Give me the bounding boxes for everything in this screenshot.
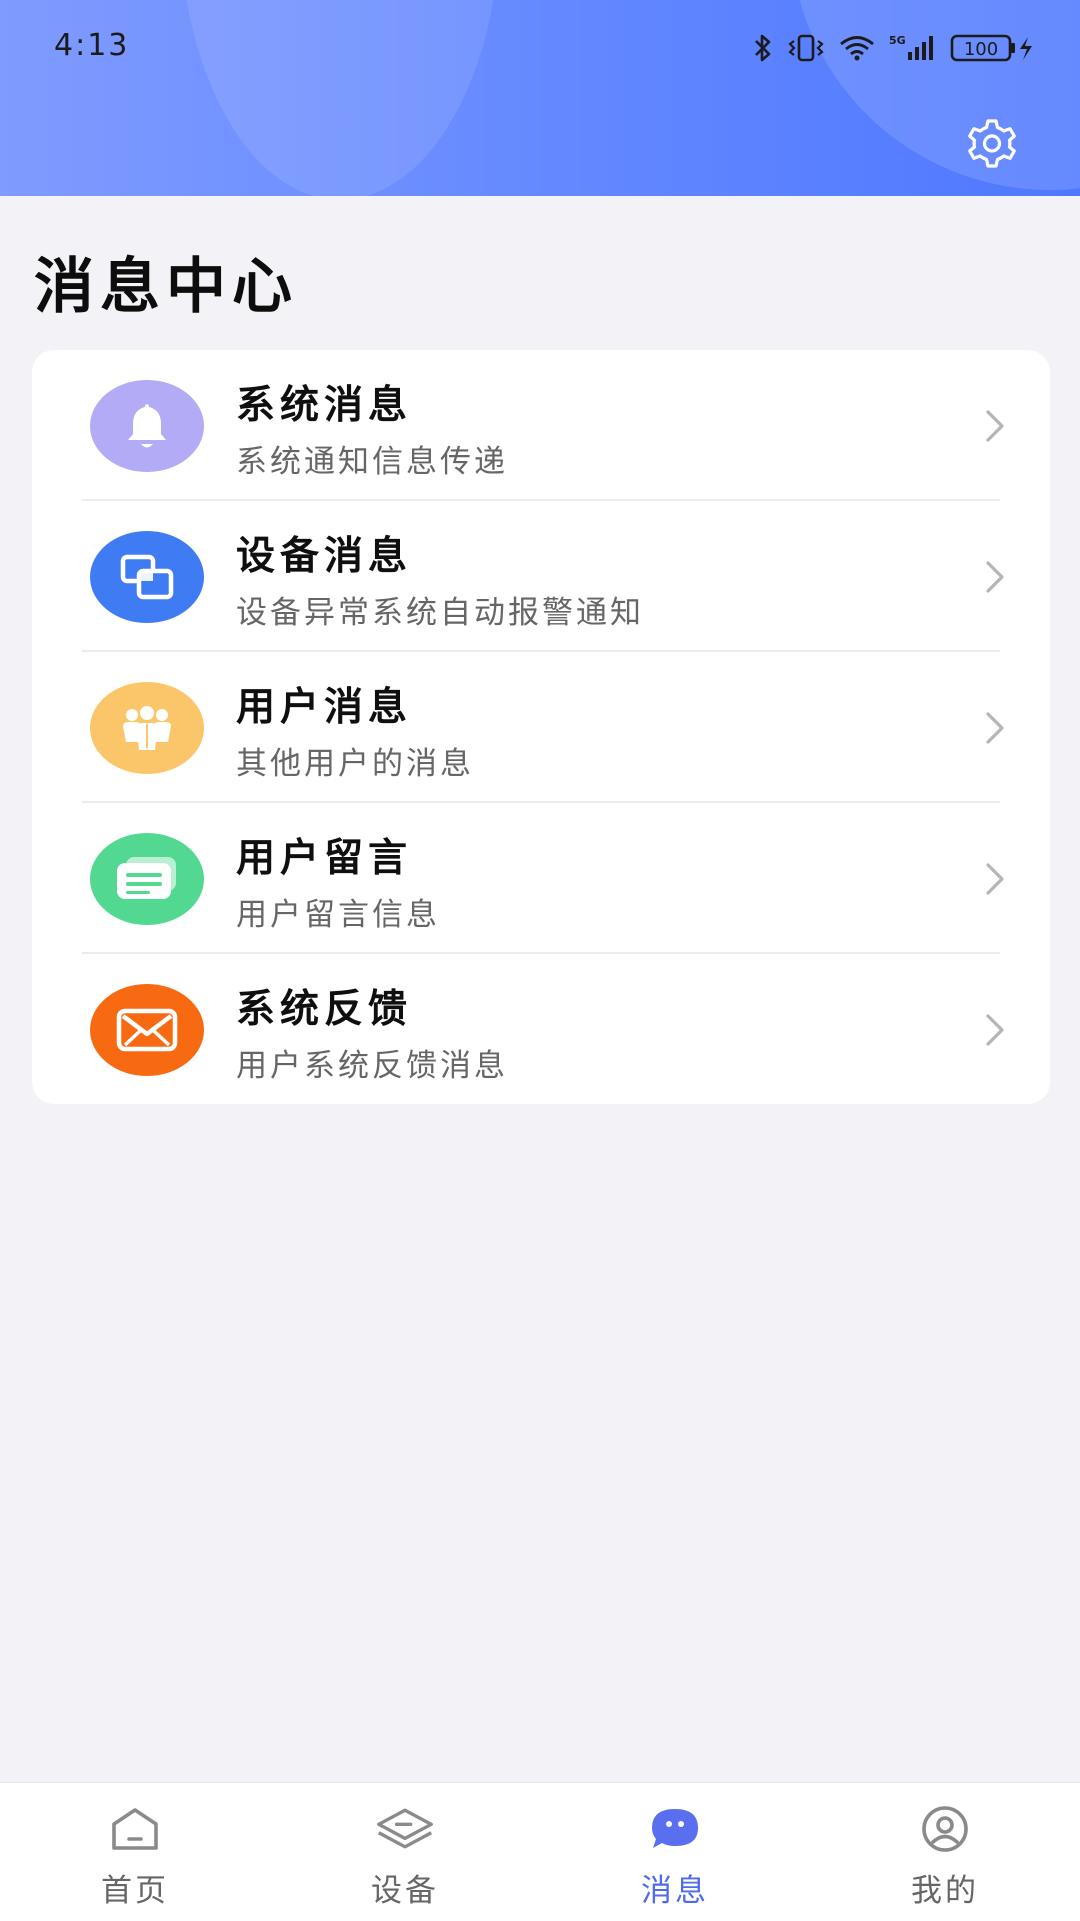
tab-label: 消息 bbox=[641, 1873, 709, 1909]
bottom-tab-bar: 首页 设备 消息 我的 bbox=[0, 1782, 1080, 1921]
status-icons: 5G 100 bbox=[752, 30, 1036, 66]
network-type: 5G bbox=[889, 34, 906, 47]
status-time: 4:13 bbox=[54, 28, 130, 63]
tab-home[interactable]: 首页 bbox=[35, 1783, 235, 1921]
home-icon bbox=[105, 1803, 165, 1855]
list-item-description: 用户留言信息 bbox=[236, 897, 440, 933]
page-title: 消息中心 bbox=[34, 252, 298, 322]
chevron-right-icon bbox=[986, 410, 1004, 442]
tab-label: 我的 bbox=[911, 1873, 979, 1909]
vibrate-icon bbox=[788, 34, 824, 62]
chevron-right-icon bbox=[986, 863, 1004, 895]
battery-icon: 100 bbox=[950, 34, 1032, 62]
list-item-description: 设备异常系统自动报警通知 bbox=[236, 595, 644, 631]
device-icon bbox=[90, 531, 204, 623]
chevron-right-icon bbox=[986, 561, 1004, 593]
list-item-description: 系统通知信息传递 bbox=[236, 444, 508, 480]
layers-icon bbox=[375, 1803, 435, 1855]
list-item-user-messages[interactable]: 用户消息 其他用户的消息 bbox=[32, 652, 1050, 803]
list-item-user-comments[interactable]: 用户留言 用户留言信息 bbox=[32, 803, 1050, 954]
list-item-device-messages[interactable]: 设备消息 设备异常系统自动报警通知 bbox=[32, 501, 1050, 652]
list-item-system-messages[interactable]: 系统消息 系统通知信息传递 bbox=[32, 350, 1050, 501]
message-icon bbox=[645, 1803, 705, 1855]
list-item-description: 其他用户的消息 bbox=[236, 746, 474, 782]
list-item-title: 系统消息 bbox=[236, 383, 413, 428]
tab-label: 首页 bbox=[101, 1873, 169, 1909]
settings-button[interactable] bbox=[960, 112, 1024, 176]
mail-icon bbox=[90, 984, 204, 1076]
tab-messages[interactable]: 消息 bbox=[575, 1783, 775, 1921]
battery-level: 100 bbox=[964, 39, 998, 60]
list-item-title: 设备消息 bbox=[236, 534, 413, 579]
tab-profile[interactable]: 我的 bbox=[845, 1783, 1045, 1921]
profile-icon bbox=[915, 1803, 975, 1855]
bell-icon bbox=[90, 380, 204, 472]
chevron-right-icon bbox=[986, 712, 1004, 744]
wifi-icon bbox=[840, 36, 874, 61]
list-item-description: 用户系统反馈消息 bbox=[236, 1048, 508, 1084]
chevron-right-icon bbox=[986, 1014, 1004, 1046]
tab-label: 设备 bbox=[371, 1873, 439, 1909]
status-bar: 4:13 5G 100 bbox=[0, 0, 1080, 96]
header: 4:13 5G 100 bbox=[0, 0, 1080, 196]
signal-icon: 5G bbox=[889, 34, 933, 60]
chat-icon bbox=[90, 833, 204, 925]
users-icon bbox=[90, 682, 204, 774]
list-item-title: 用户留言 bbox=[236, 836, 413, 881]
list-item-system-feedback[interactable]: 系统反馈 用户系统反馈消息 bbox=[32, 954, 1050, 1105]
tab-devices[interactable]: 设备 bbox=[305, 1783, 505, 1921]
gear-icon bbox=[968, 119, 1016, 168]
message-category-list: 系统消息 系统通知信息传递 设备消息 设备异常系统自动报警通知 用户消息 其他用… bbox=[32, 350, 1050, 1104]
bluetooth-icon bbox=[755, 34, 771, 62]
list-item-title: 系统反馈 bbox=[236, 987, 413, 1032]
list-item-title: 用户消息 bbox=[236, 685, 413, 730]
